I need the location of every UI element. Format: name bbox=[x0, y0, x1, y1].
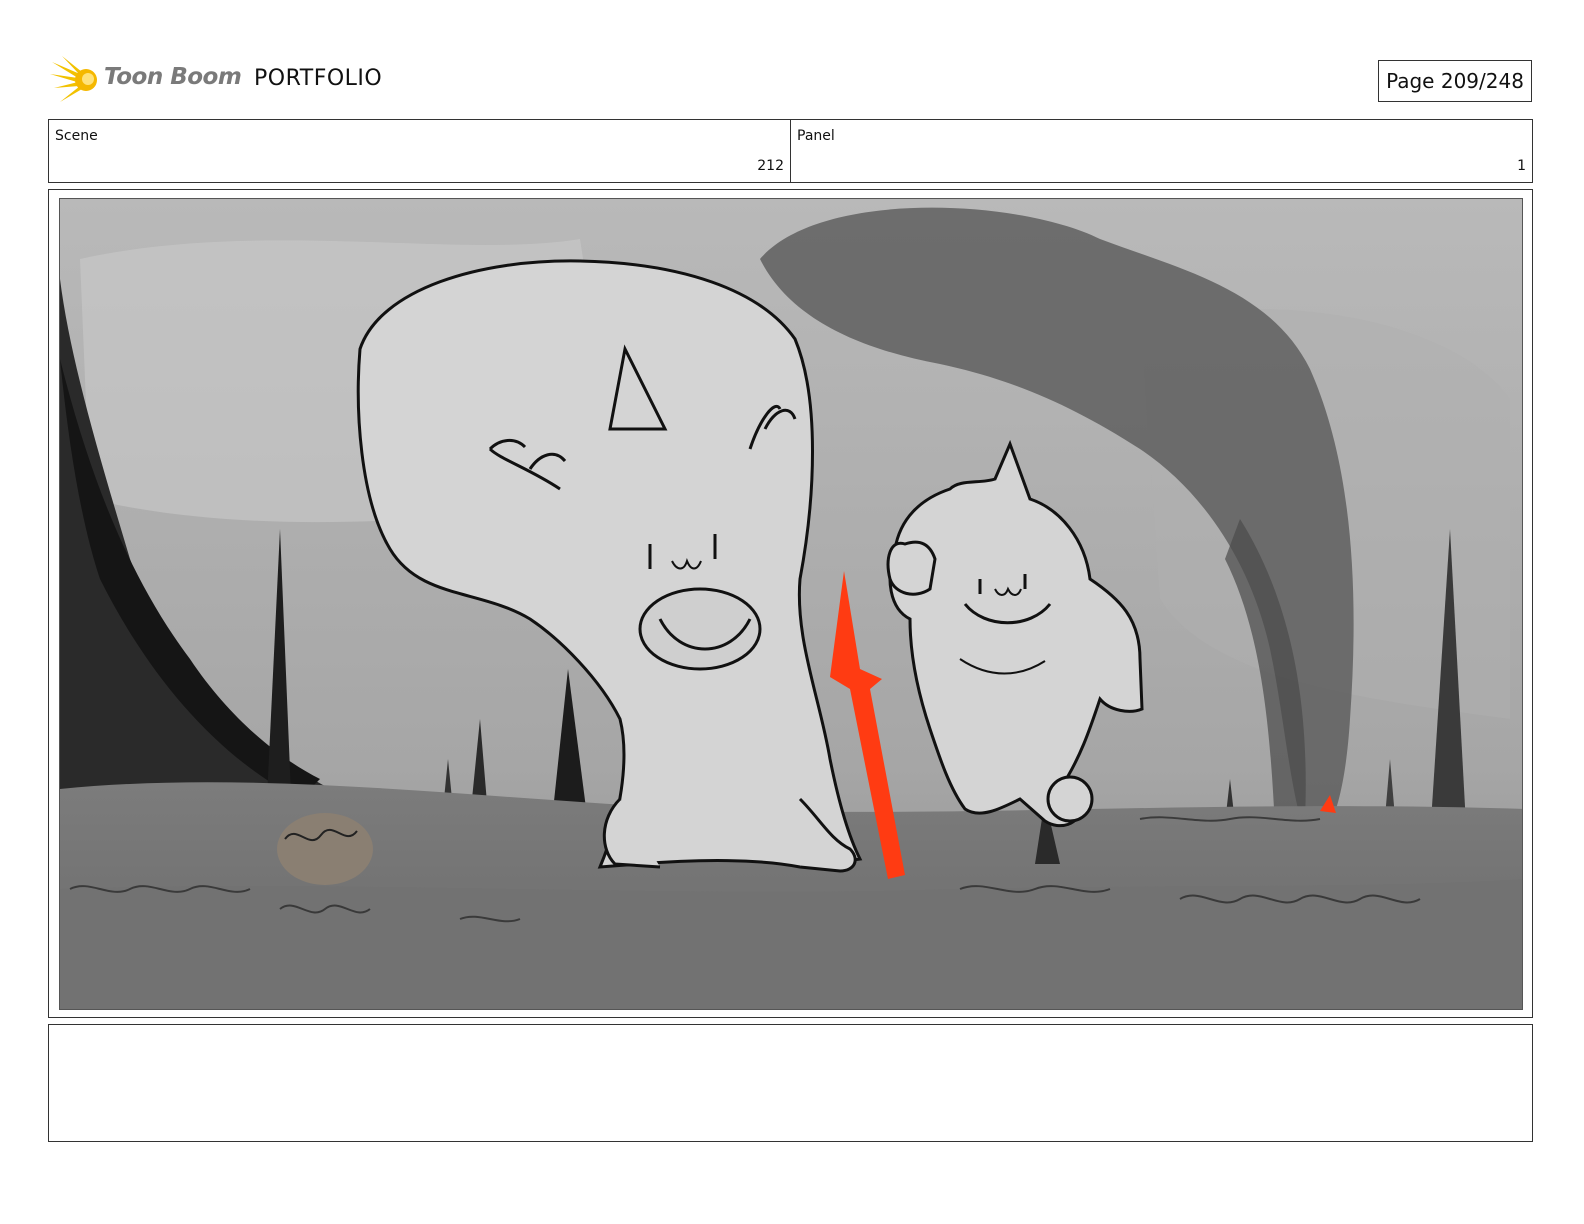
comet-burst-icon bbox=[50, 56, 97, 102]
info-row: Scene 212 Panel 1 bbox=[48, 119, 1533, 183]
panel-cell: Panel 1 bbox=[790, 120, 1532, 182]
storyboard-panel-image bbox=[59, 198, 1523, 1010]
scene-value: 212 bbox=[757, 158, 784, 174]
panel-notes-box bbox=[48, 1024, 1533, 1142]
panel-label: Panel bbox=[797, 128, 835, 144]
scene-label: Scene bbox=[55, 128, 98, 144]
scene-cell: Scene 212 bbox=[49, 120, 790, 182]
page-indicator: Page 209/248 bbox=[1378, 60, 1532, 102]
panel-value: 1 bbox=[1517, 158, 1526, 174]
storyboard-sketch bbox=[60, 199, 1522, 1009]
product-name: PORTFOLIO bbox=[254, 66, 383, 91]
toon-boom-logo: Toon Boom bbox=[50, 52, 250, 112]
brand-name: Toon Boom bbox=[104, 64, 242, 90]
